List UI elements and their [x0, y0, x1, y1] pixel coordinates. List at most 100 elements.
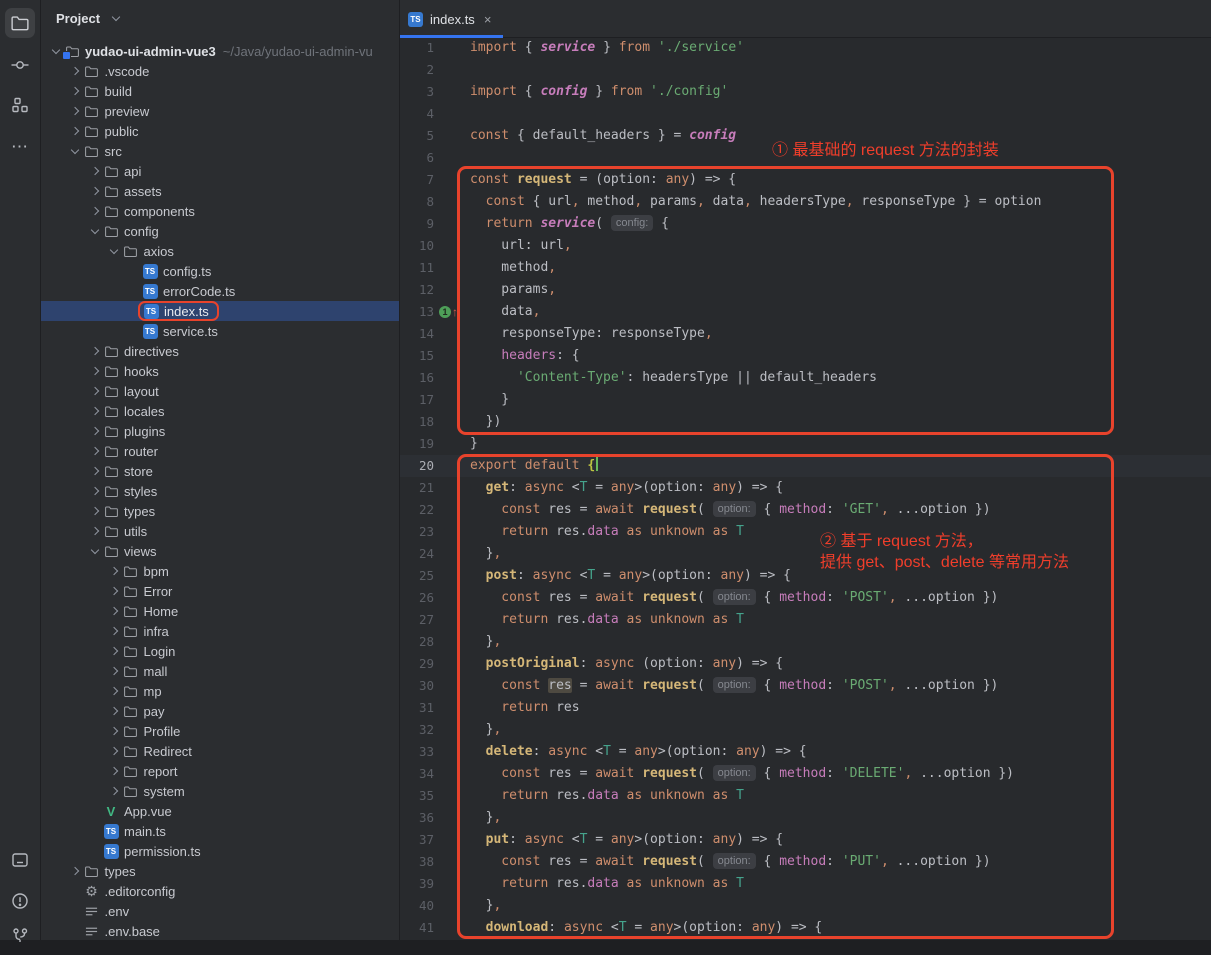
- chevron-down-icon[interactable]: [86, 543, 103, 559]
- tree-item-main.ts[interactable]: TSmain.ts: [41, 821, 399, 841]
- code-line-33[interactable]: 33 delete: async <T = any>(option: any) …: [400, 741, 1211, 763]
- code-line-9[interactable]: 9 return service( config: {: [400, 213, 1211, 235]
- line-number[interactable]: 31: [400, 697, 434, 719]
- gutter[interactable]: [434, 565, 470, 587]
- gutter[interactable]: [434, 785, 470, 807]
- line-number[interactable]: 15: [400, 345, 434, 367]
- tree-item-index.ts[interactable]: TSindex.ts: [41, 301, 399, 321]
- line-number[interactable]: 16: [400, 367, 434, 389]
- chevron-right-icon[interactable]: [86, 403, 103, 419]
- line-number[interactable]: 22: [400, 499, 434, 521]
- gutter[interactable]: [434, 433, 470, 455]
- chevron-right-icon[interactable]: [106, 683, 123, 699]
- line-number[interactable]: 29: [400, 653, 434, 675]
- gutter[interactable]: [434, 543, 470, 565]
- gutter[interactable]: [434, 741, 470, 763]
- code-line-20[interactable]: 20export default {: [400, 455, 1211, 477]
- gutter[interactable]: [434, 719, 470, 741]
- tree-item-.env.base[interactable]: .env.base: [41, 921, 399, 940]
- tree-item-utils[interactable]: utils: [41, 521, 399, 541]
- line-number[interactable]: 32: [400, 719, 434, 741]
- tree-item-plugins[interactable]: plugins: [41, 421, 399, 441]
- line-number[interactable]: 13: [400, 301, 434, 323]
- chevron-right-icon[interactable]: [86, 163, 103, 179]
- line-number[interactable]: 36: [400, 807, 434, 829]
- code-line-17[interactable]: 17 }: [400, 389, 1211, 411]
- chevron-down-icon[interactable]: [67, 143, 84, 159]
- gutter[interactable]: [434, 873, 470, 895]
- code-line-40[interactable]: 40 },: [400, 895, 1211, 917]
- tree-item-Profile[interactable]: Profile: [41, 721, 399, 741]
- tree-item-Error[interactable]: Error: [41, 581, 399, 601]
- tree-item-system[interactable]: system: [41, 781, 399, 801]
- chevron-right-icon[interactable]: [106, 603, 123, 619]
- line-number[interactable]: 1: [400, 37, 434, 59]
- terminal-tool-button[interactable]: [0, 845, 40, 879]
- gutter[interactable]: [434, 917, 470, 939]
- code-line-8[interactable]: 8 const { url, method, params, data, hea…: [400, 191, 1211, 213]
- gutter[interactable]: [434, 807, 470, 829]
- code-line-32[interactable]: 32 },: [400, 719, 1211, 741]
- chevron-right-icon[interactable]: [106, 583, 123, 599]
- tree-item-mp[interactable]: mp: [41, 681, 399, 701]
- tree-item-directives[interactable]: directives: [41, 341, 399, 361]
- chevron-right-icon[interactable]: [106, 623, 123, 639]
- code-line-16[interactable]: 16 'Content-Type': headersType || defaul…: [400, 367, 1211, 389]
- gutter[interactable]: [434, 829, 470, 851]
- chevron-right-icon[interactable]: [67, 123, 84, 139]
- gutter[interactable]: 1↑: [434, 301, 470, 323]
- line-number[interactable]: 27: [400, 609, 434, 631]
- line-number[interactable]: 10: [400, 235, 434, 257]
- code-line-41[interactable]: 41 download: async <T = any>(option: any…: [400, 917, 1211, 939]
- chevron-right-icon[interactable]: [67, 63, 84, 79]
- gutter[interactable]: [434, 477, 470, 499]
- code-editor[interactable]: 1import { service } from './service'23im…: [400, 37, 1211, 940]
- gutter[interactable]: [434, 169, 470, 191]
- structure-tool-button[interactable]: [0, 90, 40, 124]
- chevron-down-icon[interactable]: [86, 223, 103, 239]
- code-line-23[interactable]: 23 return res.data as unknown as T: [400, 521, 1211, 543]
- code-line-4[interactable]: 4: [400, 103, 1211, 125]
- code-line-37[interactable]: 37 put: async <T = any>(option: any) => …: [400, 829, 1211, 851]
- code-line-31[interactable]: 31 return res: [400, 697, 1211, 719]
- tree-item-views[interactable]: views: [41, 541, 399, 561]
- code-line-35[interactable]: 35 return res.data as unknown as T: [400, 785, 1211, 807]
- tree-item-.vscode[interactable]: .vscode: [41, 61, 399, 81]
- line-number[interactable]: 34: [400, 763, 434, 785]
- chevron-right-icon[interactable]: [86, 463, 103, 479]
- chevron-right-icon[interactable]: [106, 663, 123, 679]
- line-number[interactable]: 24: [400, 543, 434, 565]
- commit-tool-button[interactable]: [0, 50, 40, 84]
- line-number[interactable]: 17: [400, 389, 434, 411]
- tree-item-hooks[interactable]: hooks: [41, 361, 399, 381]
- gutter[interactable]: [434, 235, 470, 257]
- line-number[interactable]: 6: [400, 147, 434, 169]
- line-number[interactable]: 38: [400, 851, 434, 873]
- tree-item-.env[interactable]: .env: [41, 901, 399, 921]
- project-tool-button[interactable]: [0, 6, 40, 40]
- code-line-36[interactable]: 36 },: [400, 807, 1211, 829]
- chevron-right-icon[interactable]: [86, 343, 103, 359]
- gutter[interactable]: [434, 59, 470, 81]
- line-number[interactable]: 37: [400, 829, 434, 851]
- gutter[interactable]: [434, 37, 470, 59]
- tree-item-Home[interactable]: Home: [41, 601, 399, 621]
- tree-item-router[interactable]: router: [41, 441, 399, 461]
- problems-tool-button[interactable]: [0, 886, 40, 920]
- code-line-38[interactable]: 38 const res = await request( option: { …: [400, 851, 1211, 873]
- chevron-right-icon[interactable]: [86, 423, 103, 439]
- line-number[interactable]: 41: [400, 917, 434, 939]
- tree-item-api[interactable]: api: [41, 161, 399, 181]
- gutter[interactable]: [434, 521, 470, 543]
- tree-item-src[interactable]: src: [41, 141, 399, 161]
- chevron-right-icon[interactable]: [106, 783, 123, 799]
- gutter[interactable]: [434, 345, 470, 367]
- tree-item-layout[interactable]: layout: [41, 381, 399, 401]
- tree-item-locales[interactable]: locales: [41, 401, 399, 421]
- chevron-right-icon[interactable]: [106, 703, 123, 719]
- tree-item-bpm[interactable]: bpm: [41, 561, 399, 581]
- chevron-right-icon[interactable]: [67, 83, 84, 99]
- tree-item-report[interactable]: report: [41, 761, 399, 781]
- chevron-right-icon[interactable]: [86, 503, 103, 519]
- line-number[interactable]: 8: [400, 191, 434, 213]
